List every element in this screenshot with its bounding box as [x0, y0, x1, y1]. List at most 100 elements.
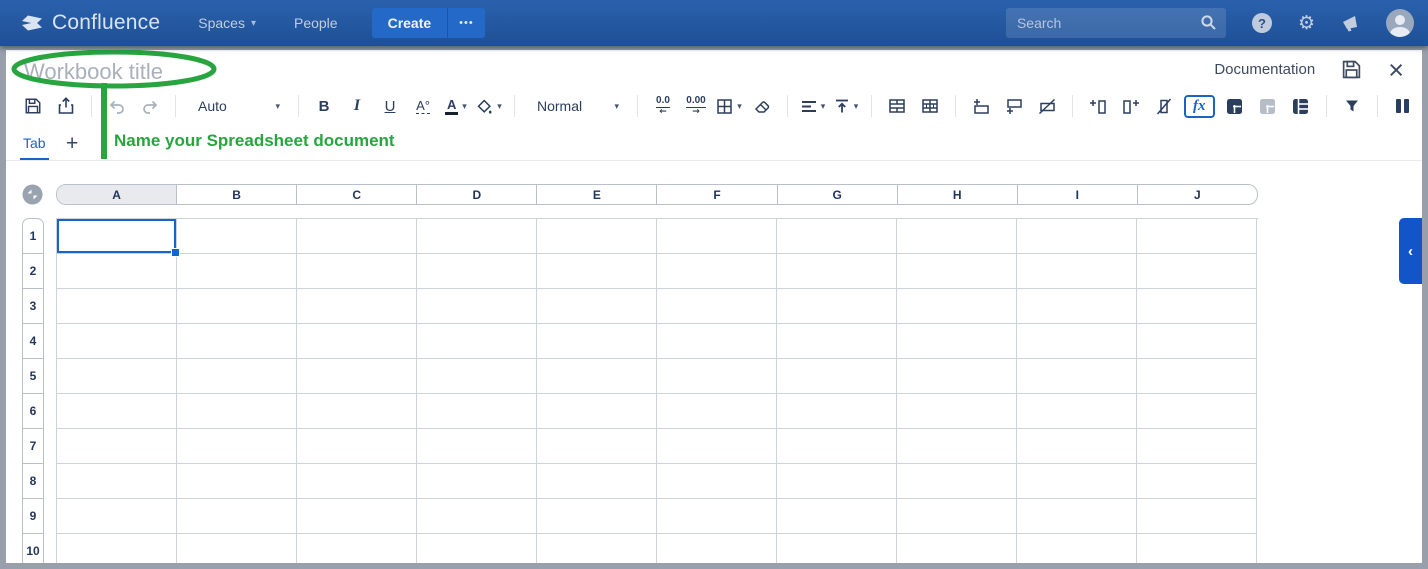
- column-header-F[interactable]: F: [657, 185, 777, 204]
- save-workbook-button[interactable]: [1341, 59, 1362, 80]
- cell-G3[interactable]: [777, 289, 897, 324]
- announcements-button[interactable]: [1341, 15, 1360, 32]
- cell-H4[interactable]: [897, 324, 1017, 359]
- cell-I2[interactable]: [1017, 254, 1137, 289]
- column-header-A[interactable]: A: [57, 185, 177, 204]
- cell-E7[interactable]: [537, 429, 657, 464]
- cell-H9[interactable]: [897, 499, 1017, 534]
- help-button[interactable]: ?: [1252, 13, 1272, 33]
- cell-D6[interactable]: [417, 394, 537, 429]
- cell-A5[interactable]: [57, 359, 177, 394]
- confluence-logo[interactable]: Confluence: [20, 11, 160, 35]
- unmerge-cells-button[interactable]: [917, 92, 943, 120]
- create-button[interactable]: Create: [372, 8, 448, 38]
- cell-G10[interactable]: [777, 534, 897, 563]
- column-header-C[interactable]: C: [297, 185, 417, 204]
- cell-H2[interactable]: [897, 254, 1017, 289]
- cell-E9[interactable]: [537, 499, 657, 534]
- cell-E3[interactable]: [537, 289, 657, 324]
- font-size-button[interactable]: A°: [410, 92, 436, 120]
- freeze-columns-button[interactable]: [1255, 92, 1281, 120]
- cell-G5[interactable]: [777, 359, 897, 394]
- filter-button[interactable]: [1339, 92, 1365, 120]
- cell-A10[interactable]: [57, 534, 177, 563]
- row-header-7[interactable]: 7: [23, 429, 43, 464]
- cell-E1[interactable]: [537, 219, 657, 254]
- cell-J10[interactable]: [1137, 534, 1257, 563]
- cell-B1[interactable]: [177, 219, 297, 254]
- save-button[interactable]: [20, 92, 46, 120]
- cell-A9[interactable]: [57, 499, 177, 534]
- row-header-6[interactable]: 6: [23, 394, 43, 429]
- column-header-J[interactable]: J: [1138, 185, 1257, 204]
- cell-J5[interactable]: [1137, 359, 1257, 394]
- cell-B8[interactable]: [177, 464, 297, 499]
- cell-B6[interactable]: [177, 394, 297, 429]
- cell-C2[interactable]: [297, 254, 417, 289]
- cell-I10[interactable]: [1017, 534, 1137, 563]
- row-header-3[interactable]: 3: [23, 289, 43, 324]
- cell-I8[interactable]: [1017, 464, 1137, 499]
- increase-decimal-button[interactable]: 0.00 →: [683, 92, 709, 120]
- cell-H3[interactable]: [897, 289, 1017, 324]
- export-button[interactable]: [53, 92, 79, 120]
- insert-column-left-button[interactable]: [1085, 92, 1111, 120]
- cell-F1[interactable]: [657, 219, 777, 254]
- cell-I7[interactable]: [1017, 429, 1137, 464]
- cell-F9[interactable]: [657, 499, 777, 534]
- cell-C6[interactable]: [297, 394, 417, 429]
- cell-E5[interactable]: [537, 359, 657, 394]
- column-header-D[interactable]: D: [417, 185, 537, 204]
- cell-H1[interactable]: [897, 219, 1017, 254]
- text-color-button[interactable]: A ▾: [443, 92, 469, 120]
- cell-E2[interactable]: [537, 254, 657, 289]
- insert-column-right-button[interactable]: [1118, 92, 1144, 120]
- cell-H7[interactable]: [897, 429, 1017, 464]
- insert-row-above-button[interactable]: [968, 92, 994, 120]
- cell-A6[interactable]: [57, 394, 177, 429]
- column-header-G[interactable]: G: [778, 185, 898, 204]
- cell-G9[interactable]: [777, 499, 897, 534]
- cell-F3[interactable]: [657, 289, 777, 324]
- undo-button[interactable]: [104, 92, 130, 120]
- formula-button[interactable]: fx: [1184, 95, 1215, 118]
- cell-F7[interactable]: [657, 429, 777, 464]
- cell-F8[interactable]: [657, 464, 777, 499]
- delete-row-button[interactable]: [1034, 92, 1060, 120]
- redo-button[interactable]: [137, 92, 163, 120]
- cell-F5[interactable]: [657, 359, 777, 394]
- cell-C9[interactable]: [297, 499, 417, 534]
- cell-H6[interactable]: [897, 394, 1017, 429]
- column-header-I[interactable]: I: [1018, 185, 1138, 204]
- cell-A3[interactable]: [57, 289, 177, 324]
- row-header-5[interactable]: 5: [23, 359, 43, 394]
- cell-C3[interactable]: [297, 289, 417, 324]
- cell-J9[interactable]: [1137, 499, 1257, 534]
- cell-A4[interactable]: [57, 324, 177, 359]
- cell-C5[interactable]: [297, 359, 417, 394]
- cell-I1[interactable]: [1017, 219, 1137, 254]
- cell-H8[interactable]: [897, 464, 1017, 499]
- user-menu-button[interactable]: [1386, 9, 1414, 37]
- cell-I9[interactable]: [1017, 499, 1137, 534]
- cell-F2[interactable]: [657, 254, 777, 289]
- cell-J8[interactable]: [1137, 464, 1257, 499]
- cell-D5[interactable]: [417, 359, 537, 394]
- cell-H10[interactable]: [897, 534, 1017, 563]
- row-header-1[interactable]: 1: [23, 219, 43, 254]
- close-editor-button[interactable]: ×: [1388, 60, 1404, 80]
- cell-J7[interactable]: [1137, 429, 1257, 464]
- cell-H5[interactable]: [897, 359, 1017, 394]
- cell-A7[interactable]: [57, 429, 177, 464]
- documentation-link[interactable]: Documentation: [1214, 61, 1315, 78]
- cell-J1[interactable]: [1137, 219, 1257, 254]
- cell-D8[interactable]: [417, 464, 537, 499]
- row-header-10[interactable]: 10: [23, 534, 43, 563]
- horizontal-align-button[interactable]: ▾: [800, 92, 826, 120]
- cell-C4[interactable]: [297, 324, 417, 359]
- cell-B2[interactable]: [177, 254, 297, 289]
- decrease-decimal-button[interactable]: 0.0 ←: [650, 92, 676, 120]
- nav-people[interactable]: People: [294, 15, 338, 31]
- cell-A2[interactable]: [57, 254, 177, 289]
- cell-I6[interactable]: [1017, 394, 1137, 429]
